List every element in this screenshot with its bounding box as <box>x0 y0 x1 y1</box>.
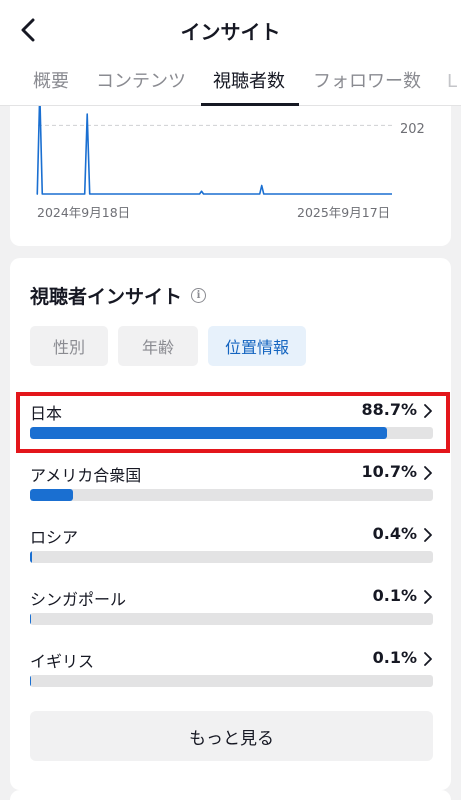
info-icon[interactable]: i <box>191 288 207 303</box>
location-row[interactable]: ロシア 0.4% <box>30 524 433 580</box>
progress-fill <box>30 427 388 439</box>
location-name: シンガポール <box>30 590 127 609</box>
progress-fill <box>30 489 74 501</box>
progress-fill <box>30 551 32 563</box>
see-more-button[interactable]: もっと見る <box>30 711 433 761</box>
filter-gender[interactable]: 性別 <box>30 326 108 366</box>
location-percent: 0.1% <box>372 648 417 667</box>
location-percent: 88.7% <box>361 400 417 419</box>
progress-track <box>30 551 433 563</box>
location-percent: 10.7% <box>361 462 417 481</box>
location-row[interactable]: イギリス 0.1% <box>30 648 433 704</box>
progress-track <box>30 489 433 501</box>
chevron-right-icon <box>424 528 432 542</box>
progress-track <box>30 427 433 439</box>
viewers-chart-card: 202 2024年9月18日 2025年9月17日 <box>10 106 451 246</box>
tab-overview[interactable]: 概要 <box>33 62 69 106</box>
tab-bar: 概要 コンテンツ 視聴者数 フォロワー数 L <box>0 62 461 106</box>
progress-track <box>30 675 433 687</box>
top-bar: インサイト 概要 コンテンツ 視聴者数 フォロワー数 L <box>0 0 461 106</box>
location-row[interactable]: 日本 88.7% <box>30 400 433 456</box>
chevron-right-icon <box>424 466 432 480</box>
chart-end-date: 2025年9月17日 <box>297 205 391 220</box>
location-row[interactable]: シンガポール 0.1% <box>30 586 433 642</box>
location-name: ロシア <box>30 528 79 547</box>
next-card-edge <box>10 790 451 800</box>
page-title: インサイト <box>180 20 281 44</box>
tab-live[interactable]: L <box>447 62 457 106</box>
progress-track <box>30 613 433 625</box>
reference-value-label: 202 <box>400 122 425 137</box>
location-percent: 0.1% <box>372 586 417 605</box>
location-name: 日本 <box>30 404 63 423</box>
tab-viewers[interactable]: 視聴者数 <box>213 62 285 106</box>
chart-start-date: 2024年9月18日 <box>37 205 131 220</box>
location-percent: 0.4% <box>372 524 417 543</box>
chevron-right-icon <box>424 590 432 604</box>
filter-location[interactable]: 位置情報 <box>208 326 306 366</box>
section-title-text: 視聴者インサイト <box>30 286 183 308</box>
location-name: イギリス <box>30 652 95 671</box>
section-title: 視聴者インサイト i <box>30 282 207 309</box>
chevron-right-icon <box>424 404 432 418</box>
location-name: アメリカ合衆国 <box>30 466 142 485</box>
progress-fill <box>30 675 32 687</box>
location-row[interactable]: アメリカ合衆国 10.7% <box>30 462 433 518</box>
audience-insights-card: 視聴者インサイト i 性別 年齢 位置情報 日本 88.7% アメリカ合衆国 1… <box>10 258 451 790</box>
filter-age[interactable]: 年齢 <box>118 326 198 366</box>
tab-content[interactable]: コンテンツ <box>96 62 186 106</box>
chevron-right-icon <box>424 652 432 666</box>
tab-followers[interactable]: フォロワー数 <box>313 62 421 106</box>
progress-fill <box>30 613 32 625</box>
viewers-line-chart <box>36 106 392 195</box>
series-line <box>36 106 392 195</box>
